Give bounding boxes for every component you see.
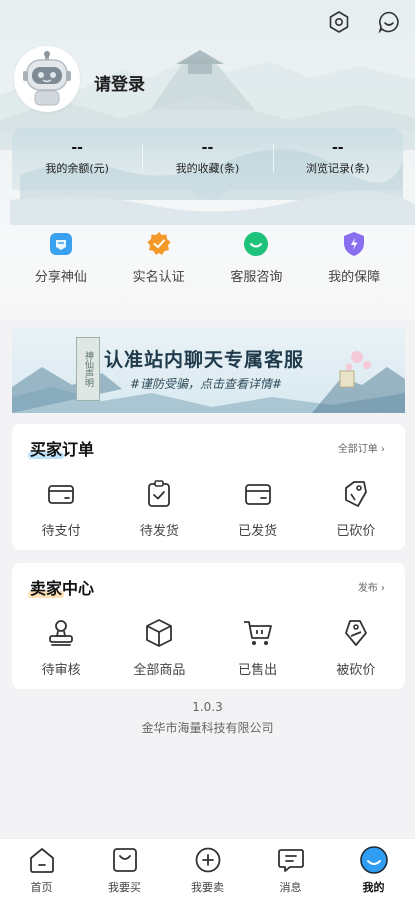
seller-all-products[interactable]: 全部商品 [110,617,208,678]
settings-icon[interactable] [325,8,353,36]
tag-cut-icon [344,620,367,646]
card-icon [244,484,271,505]
order-shipped[interactable]: 已发货 [209,478,307,539]
stat-value: -- [332,140,344,156]
stat-favorites[interactable]: -- 我的收藏(条) [142,128,272,206]
notice-banner[interactable]: 神仙声明 认准站内聊天专属客服 #谨防受骗，点击查看详情# [12,327,405,413]
banner-subtitle: #谨防受骗，点击查看详情# [130,377,283,391]
chat-icon [244,232,269,256]
shield-icon [344,232,365,256]
quick-support[interactable]: 客服咨询 [208,230,306,290]
plus-circle-icon [195,847,220,873]
order-bargained[interactable]: 已砍价 [307,478,405,539]
seller-pending-review[interactable]: 待审核 [12,617,110,678]
company-name: 金华市海量科技有限公司 [141,721,274,735]
buyer-orders-row: 待支付 待发货 已发货 已砍价 [12,478,405,539]
message-icon [277,849,304,872]
price-tag-icon [344,481,367,507]
tab-sell[interactable]: 我要卖 [166,839,249,900]
verify-badge-icon [147,232,171,255]
quick-label: 我的保障 [328,270,381,285]
quick-protection[interactable]: 我的保障 [305,230,403,290]
bottom-tab-bar: 首页 我要买 我要卖 消息 我的 [0,838,415,900]
card-label: 待发货 [139,524,179,539]
quick-share[interactable]: 分享神仙 [12,230,110,290]
card-label: 已售出 [238,663,278,678]
share-icon [49,233,72,255]
tab-label: 我要买 [108,881,141,894]
tab-home[interactable]: 首页 [0,839,83,900]
seller-center-title: 卖家中心 [30,579,95,598]
banner-title: 认准站内聊天专属客服 [104,349,305,371]
profile-face-icon [359,846,388,874]
card-label: 待审核 [41,663,81,678]
card-label: 全部商品 [133,663,186,678]
banner-tag: 神仙声明 [76,337,100,401]
publish-link[interactable]: 发布 › [358,579,385,594]
login-prompt[interactable]: 请登录 [94,70,145,95]
card-label: 已发货 [238,524,278,539]
order-pending-shipment[interactable]: 待发货 [110,478,208,539]
avatar[interactable] [14,46,80,112]
seller-center-card: 卖家中心 发布 › 待审核 全部商品 已售出 被砍价 [12,563,405,689]
customer-service-icon[interactable] [375,8,403,36]
wallet-icon [48,485,75,504]
account-stats: -- 我的余额(元) -- 我的收藏(条) -- 浏览记录(条) [12,128,403,206]
tab-messages[interactable]: 消息 [249,839,332,900]
quick-label: 客服咨询 [230,270,283,285]
card-label: 待支付 [41,524,81,539]
tab-label: 我要卖 [191,881,224,894]
tab-label: 消息 [279,881,302,894]
box-icon [146,619,173,647]
tab-label: 我的 [362,881,385,894]
seller-bargained[interactable]: 被砍价 [307,617,405,678]
card-title: 买家订单 [28,436,95,460]
app-version: 1.0.3 [192,700,223,714]
stat-label: 浏览记录(条) [306,162,370,175]
publish-label: 发布 [357,583,378,594]
all-orders-link[interactable]: 全部订单 › [338,440,385,455]
seller-center-row: 待审核 全部商品 已售出 被砍价 [12,617,405,678]
quick-verify[interactable]: 实名认证 [110,230,208,290]
stat-label: 我的余额(元) [45,162,109,175]
profile-header: 请登录 -- 我的余额(元) -- 我的收藏(条) -- 浏览记录(条) 分享神… [0,0,415,320]
bag-icon [112,848,137,872]
cart-icon [243,621,272,645]
tab-buy[interactable]: 我要买 [83,839,166,900]
seller-sold[interactable]: 已售出 [209,617,307,678]
clipboard-check-icon [148,480,171,507]
stat-history[interactable]: -- 浏览记录(条) [272,128,403,206]
card-title: 卖家中心 [28,575,95,599]
home-icon [29,848,54,873]
stamp-icon [49,620,74,646]
stat-label: 我的收藏(条) [175,162,240,175]
all-orders-label: 全部订单 [337,444,378,455]
quick-label: 分享神仙 [34,270,87,285]
stat-value: -- [201,140,214,156]
tab-label: 首页 [30,881,53,894]
card-label: 被砍价 [336,663,376,678]
chevron-right-icon: › [381,583,385,594]
buyer-orders-card: 买家订单 全部订单 › 待支付 待发货 已发货 已砍价 [12,424,405,550]
stat-balance[interactable]: -- 我的余额(元) [12,128,142,206]
order-pending-payment[interactable]: 待支付 [12,478,110,539]
chevron-right-icon: › [381,444,385,455]
stat-value: -- [71,140,83,156]
quick-actions: 分享神仙 实名认证 客服咨询 我的保障 [12,230,403,290]
buyer-orders-title: 买家订单 [30,440,95,459]
quick-label: 实名认证 [132,270,185,285]
tab-profile[interactable]: 我的 [332,839,415,900]
card-label: 已砍价 [336,524,376,539]
robot-avatar-icon [23,51,71,106]
